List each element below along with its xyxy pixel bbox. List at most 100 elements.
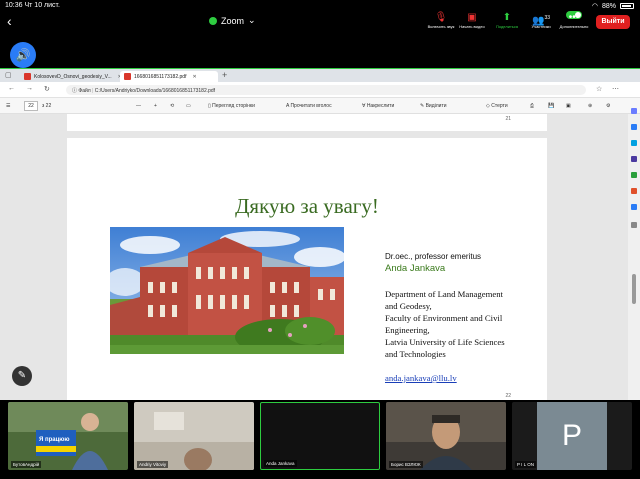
rotate-icon[interactable]: ⟲ [170,103,174,109]
highlight-button[interactable]: ✎ Виділити [420,103,447,109]
page-view-button[interactable]: ▯ Перегляд сторінки [208,103,255,109]
participant-name: P I L ON [515,461,537,468]
participant-tile-active[interactable]: Anda Jankava [260,402,380,470]
participant-video [386,402,506,470]
pdf-icon [124,73,131,80]
draw-icon: ∀ [362,103,366,109]
tab-pdf-1[interactable]: KolosovevD_Osnovi_geodesiy_V...✕ [20,71,126,82]
shared-screen: ▢ KolosovevD_Osnovi_geodesiy_V...✕ 16680… [0,68,640,401]
browser-tabstrip: ▢ KolosovevD_Osnovi_geodesiy_V...✕ 16680… [0,69,640,82]
email-link[interactable]: anda.jankava@llu.lv [385,373,545,383]
games-icon[interactable] [631,156,637,162]
read-aloud-icon: A [286,103,290,109]
search-icon[interactable] [631,108,637,114]
info-icon: ⓘ [72,88,78,94]
pdf-settings-icon[interactable]: ⚙ [606,103,610,109]
address-input[interactable]: ⓘ Файл | C:/Users/Andriyko/Downloads/166… [66,85,586,95]
shopping-icon[interactable] [631,124,637,130]
save-icon[interactable]: 💾 [548,103,554,109]
mic-muted-icon: 🎙 [434,12,448,23]
participant-tile[interactable]: Andriy Vitoviy [134,402,254,470]
participant-name: Anda Jankava [264,460,297,467]
pdf-page: Дякую за увагу! Dr.oec., professor emeri… [67,138,547,401]
chevron-down-icon: ⌄ [248,15,256,25]
start-video-button[interactable]: ▣ Начать видео [455,12,489,29]
building-photo [110,227,344,354]
participant-video: Я працюю [8,402,128,470]
print-icon[interactable]: ⎙ [530,103,534,109]
unmute-button[interactable]: 🎙 Включить звук [424,12,458,29]
status-time: 10:36 Чт 10 лист. [5,2,60,9]
participant-name: Борис ВЗЛЮК [389,461,423,468]
more-button[interactable]: ••• Дополнительно [557,12,591,29]
share-button[interactable]: ⬆ Поделиться [490,12,524,29]
zoom-toolbar: ‹ Zoom ⌄ 🎙 Включить звук ▣ Начать видео … [0,10,640,32]
page-number: 22 [505,393,511,399]
save-as-icon[interactable]: ▣ [566,103,571,109]
prev-page-number: 21 [505,116,511,122]
author-name: Anda Jankava [385,263,446,274]
edge-sidebar [628,82,640,282]
video-off-icon: ▣ [467,12,477,23]
forward-icon[interactable]: → [26,85,33,92]
author-degree: Dr.oec., professor emeritus [385,252,482,261]
audio-bluetooth-icon[interactable]: 🔊 [10,42,36,68]
pdf-viewer[interactable]: 21 Дякую за увагу! Dr.oec., professor em… [0,114,628,401]
outlook-icon[interactable] [631,188,637,194]
participant-video [134,402,254,470]
read-aloud-button[interactable]: A Прочитати вголос [286,103,332,109]
new-tab-button[interactable]: + [222,70,227,80]
back-chevron-icon[interactable]: ‹ [7,13,12,29]
page-view-icon: ▯ [208,103,211,109]
author-info: Dr.oec., professor emeritus Anda Jankava… [385,252,545,383]
banner-text: Я працюю [39,437,70,443]
pdf-icon [24,73,31,80]
encryption-shield-icon [209,16,217,25]
participant-name: БутовАндрій [11,461,42,468]
pin-icon[interactable]: ⊕ [588,103,592,109]
fit-page-icon[interactable]: ▭ [186,103,191,109]
leave-button[interactable]: Выйти [596,15,630,29]
favorites-icon[interactable]: ☆ [596,85,602,93]
eraser-icon: ◇ [486,103,490,109]
tools-icon[interactable] [631,140,637,146]
more-icon: ••• [568,12,580,23]
settings-more-icon[interactable]: ⋯ [612,85,619,93]
wifi-icon: ◠ [591,3,598,10]
refresh-icon[interactable]: ↻ [44,85,50,93]
annotate-pen-icon[interactable]: ✎ [12,366,32,386]
participant-name: Andriy Vitoviy [137,461,169,468]
erase-button[interactable]: ◇ Стерти [486,103,508,109]
highlight-icon: ✎ [420,103,425,109]
participant-strip: Я працюю БутовАндрій Andriy Vitoviy Anda… [0,400,640,479]
slide-title: Дякую за увагу! [235,194,379,218]
add-icon[interactable] [631,222,637,228]
contents-icon[interactable]: ☰ [6,103,10,109]
battery-percent: 88% [601,2,616,10]
participant-tile[interactable]: Борис ВЗЛЮК [386,402,506,470]
back-icon[interactable]: ← [8,85,15,92]
battery-icon [620,3,634,9]
previous-page: 21 [67,114,547,131]
participants-icon: 👥33 [531,15,550,27]
page-number-input[interactable]: 22 [24,101,38,111]
office-icon[interactable] [631,172,637,178]
participant-tile[interactable]: Я працюю БутовАндрій [8,402,128,470]
close-icon[interactable]: ✕ [192,74,196,80]
share-icon: ⬆ [502,12,512,23]
participants-button[interactable]: 👥33 Участники [524,12,558,29]
tab-actions-icon[interactable]: ▢ [5,71,12,79]
screen: 10:36 Чт 10 лист. ◠ 88% ‹ Zoom ⌄ 🎙 Включ… [0,0,640,479]
address-bar-row: ← → ↻ ⓘ Файл | C:/Users/Andriyko/Downloa… [0,82,640,98]
draw-button[interactable]: ∀ Накреслити [362,103,394,109]
page-total: з 22 [42,103,52,109]
participant-initial: P [561,419,582,452]
participant-tile[interactable]: P P I L ON [512,402,632,470]
drop-icon[interactable] [631,204,637,210]
tab-pdf-2[interactable]: 1668016851173182.pdf ✕ [120,71,218,82]
zoom-in-icon[interactable]: + [154,103,157,109]
pdf-toolbar: ☰ 22 з 22 — + ⟲ ▭ ▯ Перегляд сторінки A … [0,98,640,114]
department-text: Department of Land Management and Geodes… [385,289,505,359]
zoom-out-icon[interactable]: — [136,103,141,109]
meeting-title[interactable]: Zoom ⌄ [209,15,256,26]
